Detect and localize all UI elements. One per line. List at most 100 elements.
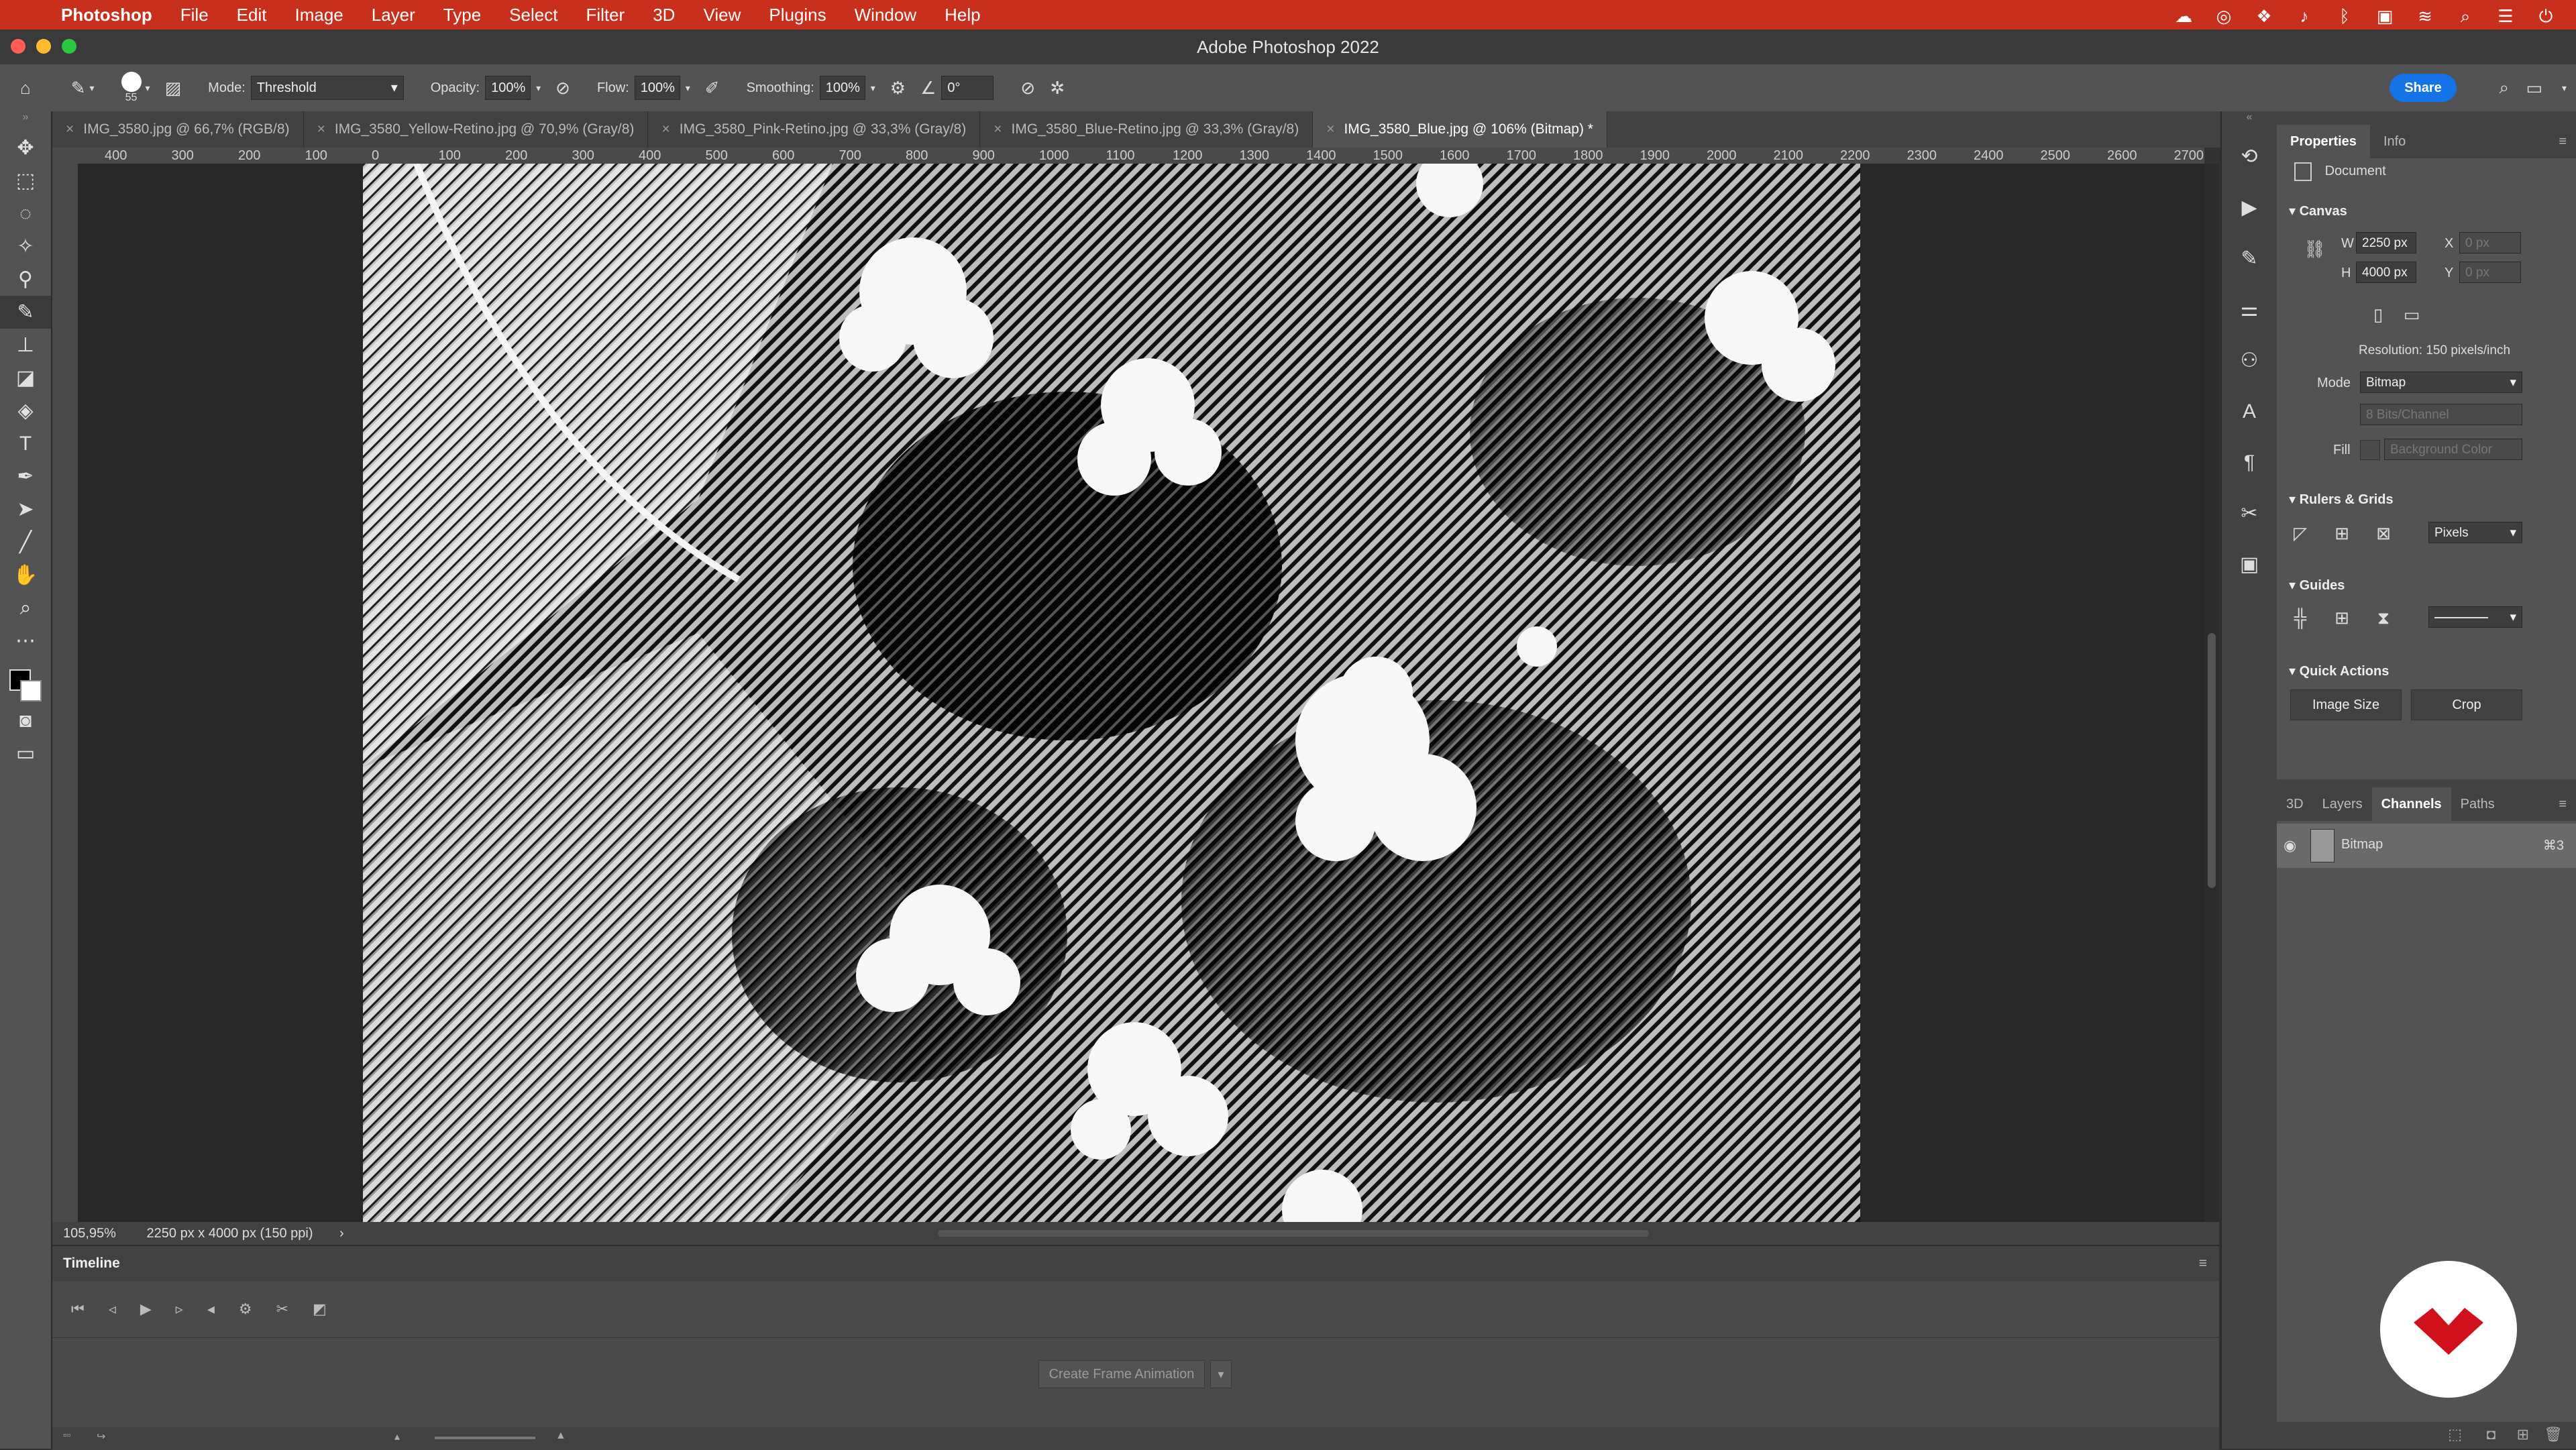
more-tools-icon[interactable]: ⋯ xyxy=(0,624,51,657)
tab-3d[interactable]: 3D xyxy=(2277,787,2313,821)
audio-icon[interactable]: ◂ xyxy=(207,1300,215,1318)
zoom-level[interactable]: 105,95% xyxy=(63,1226,116,1241)
next-frame-icon[interactable]: ▹ xyxy=(176,1300,183,1318)
pixel-grid-icon[interactable]: ⊠ xyxy=(2369,519,2398,547)
quick-selection-tool-icon[interactable]: ✧ xyxy=(0,230,51,263)
clone-source-icon[interactable]: ⚇ xyxy=(2222,335,2277,386)
actions-icon[interactable]: ▶ xyxy=(2222,182,2277,233)
creative-cloud-icon[interactable]: ☁ xyxy=(2174,6,2194,26)
paragraph-icon[interactable]: ¶ xyxy=(2222,437,2277,488)
menu-image[interactable]: Image xyxy=(280,5,357,25)
eyedropper-tool-icon[interactable]: ⚲ xyxy=(0,263,51,296)
play-icon[interactable]: ▶ xyxy=(140,1300,152,1318)
quick-actions-header[interactable]: ▾ Quick Actions xyxy=(2277,663,2389,679)
brush-preset-picker[interactable]: 55 xyxy=(121,72,142,104)
menu-layer[interactable]: Layer xyxy=(358,5,429,25)
previous-frame-icon[interactable]: ◃ xyxy=(109,1300,116,1318)
character-icon[interactable]: A xyxy=(2222,386,2277,437)
menu-file[interactable]: File xyxy=(166,5,223,25)
tools-presets-icon[interactable]: ✂ xyxy=(2222,488,2277,539)
dropbox-icon[interactable]: ❖ xyxy=(2254,6,2274,26)
horizontal-scrollbar[interactable] xyxy=(938,1230,1649,1237)
load-selection-icon[interactable]: ⬚ xyxy=(2448,1426,2462,1443)
scrollbar-thumb[interactable] xyxy=(2208,633,2216,888)
tab-channels[interactable]: Channels xyxy=(2371,787,2451,821)
panel-menu-icon[interactable]: ≡ xyxy=(2199,1246,2207,1281)
zoom-out-icon[interactable]: ▴ xyxy=(394,1430,400,1443)
zoom-tool-icon[interactable]: ⌕ xyxy=(0,592,51,624)
y-field[interactable]: 0 px xyxy=(2459,262,2521,283)
close-icon[interactable]: × xyxy=(1326,121,1334,137)
bucket-tool-icon[interactable]: ◈ xyxy=(0,394,51,427)
tab-document-active[interactable]: × IMG_3580_Blue.jpg @ 106% (Bitmap) * xyxy=(1313,111,1607,148)
power-icon[interactable]: ⏻ xyxy=(2536,6,2556,26)
adjustments-icon[interactable]: ⚌ xyxy=(2222,284,2277,335)
history-icon[interactable]: ⟲ xyxy=(2222,131,2277,182)
zoom-window-button[interactable] xyxy=(62,39,76,54)
fill-select[interactable]: Background Color xyxy=(2384,439,2522,460)
vertical-ruler[interactable] xyxy=(52,164,78,1222)
guides-toggle-icon[interactable]: ╬ xyxy=(2286,604,2314,632)
guide-style-select[interactable]: ▾ xyxy=(2428,606,2522,628)
quick-mask-icon[interactable]: ◙ xyxy=(0,704,51,737)
landscape-orientation-icon[interactable]: ▭ xyxy=(2398,300,2426,329)
brush-settings-icon[interactable]: ✎ xyxy=(2222,233,2277,284)
tab-document[interactable]: × IMG_3580_Yellow-Retino.jpg @ 70,9% (Gra… xyxy=(304,111,649,148)
menu-plugins[interactable]: Plugins xyxy=(755,5,840,25)
guide-lock-icon[interactable]: ⊞ xyxy=(2328,604,2356,632)
bluetooth-icon[interactable]: ᛒ xyxy=(2334,6,2355,26)
units-select[interactable]: Pixels ▾ xyxy=(2428,522,2522,543)
menu-help[interactable]: Help xyxy=(930,5,994,25)
path-selection-tool-icon[interactable]: ➤ xyxy=(0,493,51,526)
grid-toggle-icon[interactable]: ⊞ xyxy=(2328,519,2356,547)
vertical-scrollbar[interactable] xyxy=(2204,164,2219,1222)
stamp-tool-icon[interactable]: ⊥ xyxy=(0,329,51,361)
save-selection-icon[interactable]: ◘ xyxy=(2487,1426,2496,1443)
x-field[interactable]: 0 px xyxy=(2459,232,2521,254)
menu-window[interactable]: Window xyxy=(841,5,930,25)
chevron-down-icon[interactable]: ▾ xyxy=(90,82,95,94)
pressure-size-icon[interactable]: ⊘ xyxy=(1020,78,1035,99)
spotlight-icon[interactable]: ⌕ xyxy=(2455,6,2475,26)
panel-menu-icon[interactable]: ≡ xyxy=(2559,787,2576,821)
screen-mode-icon[interactable]: ▭ xyxy=(0,737,51,770)
menu-select[interactable]: Select xyxy=(495,5,572,25)
chevron-down-icon[interactable]: ▾ xyxy=(871,82,875,94)
line-tool-icon[interactable]: ╱ xyxy=(0,526,51,559)
canvas-area[interactable] xyxy=(78,164,2204,1222)
menu-view[interactable]: View xyxy=(689,5,755,25)
canvas-section-header[interactable]: ▾ Canvas xyxy=(2277,203,2347,219)
gear-icon[interactable]: ⚙ xyxy=(890,78,906,99)
pen-tool-icon[interactable]: ✒ xyxy=(0,460,51,493)
width-field[interactable]: 2250 px xyxy=(2356,232,2416,254)
collapse-icon[interactable]: « xyxy=(2222,111,2277,131)
marquee-tool-icon[interactable]: ⬚ xyxy=(0,164,51,197)
pressure-opacity-icon[interactable]: ⊘ xyxy=(555,78,570,99)
wifi-icon[interactable]: ≋ xyxy=(2415,6,2435,26)
smart-guides-icon[interactable]: ⧗ xyxy=(2369,604,2398,632)
home-icon[interactable]: ⌂ xyxy=(20,78,31,99)
background-color[interactable] xyxy=(20,680,42,702)
menu-3d[interactable]: 3D xyxy=(639,5,689,25)
chevron-down-icon[interactable]: ▾ xyxy=(686,82,690,94)
search-icon[interactable]: ⌕ xyxy=(2499,77,2509,99)
close-icon[interactable]: × xyxy=(994,121,1002,137)
link-icon[interactable]: ⛓ xyxy=(2304,239,2326,260)
tab-properties[interactable]: Properties xyxy=(2277,125,2370,158)
portrait-orientation-icon[interactable]: ▯ xyxy=(2364,300,2392,329)
volume-icon[interactable]: ♪ xyxy=(2294,6,2314,26)
opacity-field[interactable]: 100% xyxy=(485,76,531,100)
create-frame-animation-button[interactable]: Create Frame Animation xyxy=(1038,1360,1205,1388)
crop-button[interactable]: Crop xyxy=(2411,689,2522,720)
eye-icon[interactable]: ◉ xyxy=(2284,837,2296,854)
gear-icon[interactable]: ⚙ xyxy=(239,1300,252,1318)
share-button[interactable]: Share xyxy=(2390,74,2457,102)
convert-icon[interactable]: ↪ xyxy=(97,1430,105,1443)
tab-paths[interactable]: Paths xyxy=(2451,787,2504,821)
close-window-button[interactable] xyxy=(11,39,25,54)
frames-icon[interactable]: ▫▫ xyxy=(63,1430,70,1442)
lasso-tool-icon[interactable]: ◌ xyxy=(0,197,51,230)
horizontal-ruler[interactable]: 400 300 200 100 0 100 200 300 400 500 600 700 800 900… xyxy=(78,148,2204,164)
eraser-tool-icon[interactable]: ◪ xyxy=(0,361,51,394)
transition-icon[interactable]: ◩ xyxy=(313,1300,327,1318)
